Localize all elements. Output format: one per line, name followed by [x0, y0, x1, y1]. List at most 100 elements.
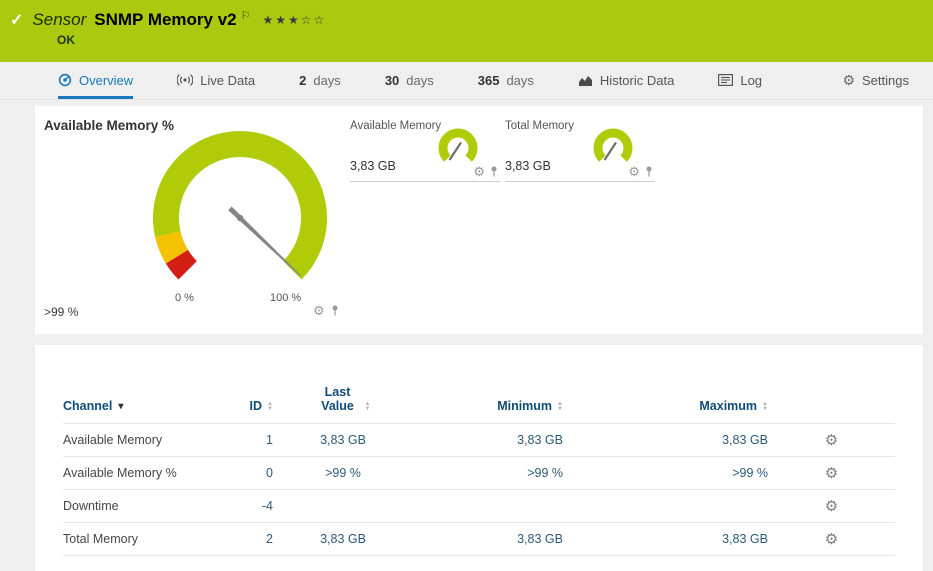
tab-2-days[interactable]: 2 days — [299, 62, 341, 99]
sort-icon: ▲▼ — [762, 402, 768, 411]
tab-30-days-word: days — [406, 73, 433, 88]
tab-settings-label: Settings — [862, 73, 909, 88]
table-row-available-memory: Available Memory 1 3,83 GB 3,83 GB 3,83 … — [63, 423, 895, 456]
mini-gauge-pin-icon[interactable] — [645, 166, 653, 177]
mini-gauge-needle — [605, 143, 617, 161]
column-header-id-label: ID — [250, 399, 263, 413]
mini-gauge-action-icons: ⚙ — [628, 165, 653, 178]
tab-365-days-word: days — [506, 73, 533, 88]
settings-gear-icon: ⚙ — [842, 72, 855, 89]
column-header-channel[interactable]: Channel ▾ — [63, 399, 213, 413]
sensor-header: ✓ Sensor SNMP Memory v2 ⚐ ★★★☆☆ OK — [0, 0, 933, 62]
column-header-last-value-label: Last Value — [316, 385, 360, 413]
tab-live-data-label: Live Data — [200, 73, 255, 88]
channel-table-header: Channel ▾ ID ▲▼ Last Value ▲▼ Minimum ▲▼… — [63, 373, 895, 423]
tab-overview-label: Overview — [79, 73, 133, 88]
status-badge: OK — [57, 33, 75, 47]
gauge-pin-icon[interactable] — [331, 305, 339, 316]
overview-gauge-icon — [58, 73, 72, 87]
sensor-kind-label: Sensor — [32, 10, 86, 30]
tab-30-days-number: 30 — [385, 73, 399, 88]
tab-log-label: Log — [740, 73, 762, 88]
mini-gauge-available-memory: Available Memory 3,83 GB ⚙ — [350, 120, 500, 182]
table-row-available-memory-percent: Available Memory % 0 >99 % >99 % >99 % ⚙ — [63, 456, 895, 489]
cell-last-value: 3,83 GB — [273, 433, 413, 447]
tab-settings[interactable]: ⚙ Settings — [842, 62, 909, 99]
gauge-scale-min-label: 0 % — [175, 292, 194, 304]
cell-last-value: 3,83 GB — [273, 532, 413, 546]
mini-gauge-title: Available Memory — [350, 120, 441, 132]
channel-settings-gear-icon[interactable]: ⚙ — [825, 432, 838, 449]
tab-live-data[interactable]: Live Data — [177, 62, 255, 99]
sort-icon: ▲▼ — [267, 402, 273, 411]
cell-id: -4 — [213, 499, 273, 513]
cell-channel: Available Memory % — [63, 466, 213, 480]
mini-gauge-action-icons: ⚙ — [473, 165, 498, 178]
gauge-action-icons: ⚙ — [313, 304, 339, 317]
sensor-header-row: ✓ Sensor SNMP Memory v2 ⚐ ★★★☆☆ — [0, 0, 933, 30]
cell-maximum: >99 % — [563, 466, 768, 480]
mini-gauge-value: 3,83 GB — [350, 159, 396, 173]
cell-maximum: 3,83 GB — [563, 532, 768, 546]
column-header-channel-label: Channel — [63, 399, 112, 413]
column-header-maximum[interactable]: Maximum ▲▼ — [563, 399, 768, 413]
table-row-total-memory: Total Memory 2 3,83 GB 3,83 GB 3,83 GB ⚙ — [63, 522, 895, 555]
channel-settings-gear-icon[interactable]: ⚙ — [825, 465, 838, 482]
gauge-current-value: >99 % — [44, 305, 78, 319]
sort-icon: ▲▼ — [365, 402, 371, 411]
mini-gauge-value: 3,83 GB — [505, 159, 551, 173]
mini-gauge-total-memory: Total Memory 3,83 GB ⚙ — [505, 120, 655, 182]
channel-table: Channel ▾ ID ▲▼ Last Value ▲▼ Minimum ▲▼… — [63, 373, 895, 556]
status-ok-check-icon: ✓ — [10, 10, 23, 30]
column-header-minimum-label: Minimum — [497, 399, 552, 413]
tab-2-days-number: 2 — [299, 73, 306, 88]
tab-30-days[interactable]: 30 days — [385, 62, 434, 99]
channel-settings-gear-icon[interactable]: ⚙ — [825, 531, 838, 548]
mini-gauge-needle — [450, 143, 462, 161]
column-header-id[interactable]: ID ▲▼ — [213, 399, 273, 413]
tab-overview[interactable]: Overview — [58, 62, 133, 99]
gauge-panel: Available Memory % 0 % 100 % >99 % ⚙ Ava… — [35, 106, 923, 334]
log-list-icon — [718, 74, 733, 86]
tab-365-days[interactable]: 365 days — [478, 62, 534, 99]
stars-filled[interactable]: ★★★ — [263, 13, 301, 27]
column-header-maximum-label: Maximum — [699, 399, 757, 413]
available-memory-percent-gauge — [140, 118, 340, 318]
column-header-last-value[interactable]: Last Value ▲▼ — [273, 385, 413, 413]
stars-empty[interactable]: ☆☆ — [301, 13, 327, 27]
gauge-scale-max-label: 100 % — [270, 292, 301, 304]
priority-flag-icon[interactable]: ⚐ — [241, 9, 251, 22]
historic-data-chart-icon — [578, 74, 593, 87]
cell-channel: Available Memory — [63, 433, 213, 447]
channel-dropdown-arrow-icon: ▾ — [118, 401, 123, 412]
cell-id: 0 — [213, 466, 273, 480]
gauge-gear-icon[interactable]: ⚙ — [313, 304, 325, 317]
table-row-downtime: Downtime -4 ⚙ — [63, 489, 895, 522]
cell-maximum: 3,83 GB — [563, 433, 768, 447]
tab-historic-data-label: Historic Data — [600, 73, 674, 88]
sort-icon: ▲▼ — [557, 402, 563, 411]
tab-log[interactable]: Log — [718, 62, 762, 99]
column-header-minimum[interactable]: Minimum ▲▼ — [413, 399, 563, 413]
priority-stars[interactable]: ★★★☆☆ — [263, 13, 327, 27]
mini-gauge-pin-icon[interactable] — [490, 166, 498, 177]
channel-settings-gear-icon[interactable]: ⚙ — [825, 498, 838, 515]
channel-table-rows: Available Memory 1 3,83 GB 3,83 GB 3,83 … — [63, 423, 895, 556]
cell-minimum: 3,83 GB — [413, 532, 563, 546]
sensor-title: SNMP Memory v2 — [94, 10, 236, 30]
cell-channel: Total Memory — [63, 532, 213, 546]
tab-bar: Overview Live Data 2 days 30 days 365 da… — [0, 62, 933, 100]
cell-channel: Downtime — [63, 499, 213, 513]
cell-minimum: 3,83 GB — [413, 433, 563, 447]
mini-gauge-gear-icon[interactable]: ⚙ — [473, 165, 485, 178]
cell-last-value: >99 % — [273, 466, 413, 480]
cell-id: 2 — [213, 532, 273, 546]
cell-id: 1 — [213, 433, 273, 447]
mini-gauge-title: Total Memory — [505, 120, 574, 132]
tab-2-days-word: days — [313, 73, 340, 88]
tab-historic-data[interactable]: Historic Data — [578, 62, 674, 99]
mini-gauge-gear-icon[interactable]: ⚙ — [628, 165, 640, 178]
channel-table-panel: Channel ▾ ID ▲▼ Last Value ▲▼ Minimum ▲▼… — [35, 345, 923, 571]
cell-minimum: >99 % — [413, 466, 563, 480]
live-data-broadcast-icon — [177, 73, 193, 87]
